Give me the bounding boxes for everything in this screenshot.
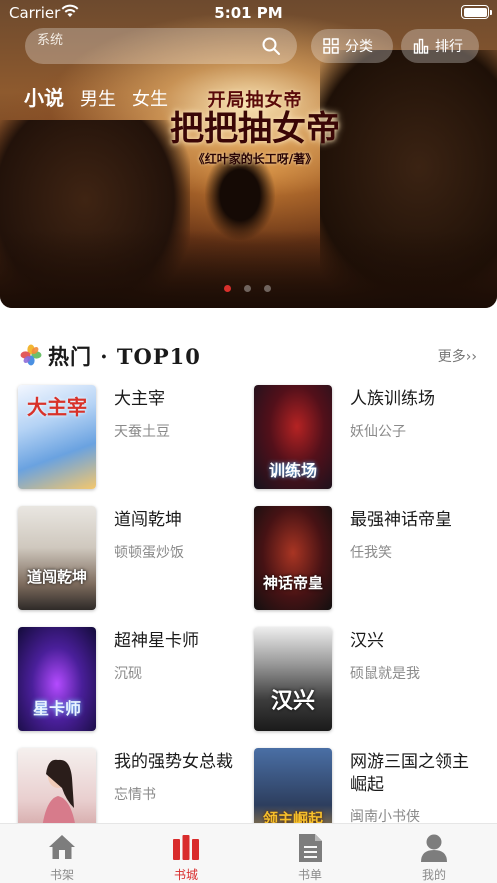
- book-title: 人族训练场: [350, 389, 435, 409]
- book-cover-title: 道闯乾坤: [26, 568, 87, 586]
- banner-title-block: 开局抽女帝 把把抽女帝 《红叶家的长工呀/著》: [160, 86, 350, 167]
- book-card[interactable]: 神话帝皇 最强神话帝皇 任我笑: [254, 506, 484, 612]
- book-author: 硕鼠就是我: [350, 666, 420, 682]
- hot-section-header: 热门 · TOP10 更多››: [0, 338, 497, 374]
- tab-profile[interactable]: 我的: [372, 824, 496, 883]
- bar-chart-icon: [413, 38, 429, 54]
- tab-label: 我的: [421, 868, 446, 882]
- tab-male[interactable]: 男生: [80, 85, 116, 111]
- book-cover-title: 汉兴: [270, 688, 315, 714]
- book-author: 顿顿蛋炒饭: [114, 545, 184, 561]
- book-title: 网游三国之领主崛起: [350, 752, 469, 795]
- book-card[interactable]: 大主宰 大主宰 天蚕土豆: [18, 385, 248, 491]
- book-author: 天蚕土豆: [114, 424, 170, 440]
- hero-banner[interactable]: Carrier 5:01 PM 系统 分类 排行 小说 男生 女生 开局抽女帝 …: [0, 0, 497, 308]
- books-icon: [173, 835, 199, 860]
- book-author: 妖仙公子: [350, 424, 406, 440]
- book-cover-title: 训练场: [268, 461, 317, 480]
- bottom-tab-bar: 书架 书城 书单 我的: [0, 823, 497, 883]
- banner-title: 把把抽女帝: [170, 109, 340, 149]
- chevron-right-icon: ››: [465, 349, 477, 365]
- house-icon: [49, 835, 75, 859]
- book-title: 大主宰: [114, 389, 165, 409]
- book-cover: 道闯乾坤: [18, 506, 96, 610]
- tab-label: 书架: [49, 868, 74, 882]
- grid-icon: [323, 38, 339, 54]
- status-bar: Carrier 5:01 PM: [0, 0, 497, 26]
- category-label: 分类: [345, 39, 373, 55]
- book-cover: 大主宰: [18, 385, 96, 489]
- book-cover: 训练场: [254, 385, 332, 489]
- search-icon: [262, 37, 280, 55]
- document-icon: [299, 834, 322, 862]
- tab-booklist[interactable]: 书单: [248, 824, 372, 883]
- ranking-label: 排行: [435, 39, 463, 55]
- search-placeholder: 系统: [37, 33, 64, 48]
- book-cover: 汉兴: [254, 627, 332, 731]
- category-button[interactable]: 分类: [311, 29, 393, 63]
- book-author: 沉砚: [114, 666, 142, 682]
- app-root: Carrier 5:01 PM 系统 分类 排行 小说 男生 女生 开局抽女帝 …: [0, 0, 497, 883]
- page-dot[interactable]: [224, 285, 231, 292]
- flower-icon: [20, 344, 42, 366]
- book-cover-title: 星卡师: [32, 699, 81, 718]
- book-cover-title: 神话帝皇: [262, 574, 323, 592]
- book-title: 超神星卡师: [114, 631, 199, 651]
- banner-page-indicator: [224, 285, 284, 292]
- person-icon: [421, 834, 447, 862]
- tab-novel[interactable]: 小说: [24, 82, 64, 111]
- book-cover: 神话帝皇: [254, 506, 332, 610]
- book-card[interactable]: 汉兴 汉兴 硕鼠就是我: [254, 627, 484, 733]
- banner-art-ground: [0, 230, 497, 308]
- book-cover: 星卡师: [18, 627, 96, 731]
- clock: 5:01 PM: [214, 4, 283, 22]
- book-title: 我的强势女总裁: [114, 752, 233, 772]
- book-author: 忘情书: [114, 787, 156, 803]
- more-link[interactable]: 更多››: [438, 346, 477, 366]
- tab-bookstore[interactable]: 书城: [124, 824, 248, 883]
- ranking-button[interactable]: 排行: [401, 29, 479, 63]
- section-title: 热门 · TOP10: [48, 344, 201, 369]
- tab-label: 书城: [173, 868, 198, 882]
- book-title: 最强神话帝皇: [350, 510, 452, 530]
- battery-icon: [461, 5, 492, 19]
- banner-author: 《红叶家的长工呀/著》: [192, 152, 318, 166]
- book-card[interactable]: 训练场 人族训练场 妖仙公子: [254, 385, 484, 491]
- page-dot[interactable]: [264, 285, 271, 292]
- tab-label: 书单: [297, 868, 322, 882]
- page-dot[interactable]: [244, 285, 251, 292]
- book-cover-title: 大主宰: [27, 395, 87, 419]
- more-label: 更多: [437, 349, 466, 365]
- tab-bookshelf[interactable]: 书架: [0, 824, 124, 883]
- book-title: 道闯乾坤: [114, 510, 182, 530]
- book-author: 任我笑: [350, 545, 392, 561]
- book-card[interactable]: 道闯乾坤 道闯乾坤 顿顿蛋炒饭: [18, 506, 248, 612]
- search-bar[interactable]: 系统: [25, 28, 297, 64]
- book-card[interactable]: 星卡师 超神星卡师 沉砚: [18, 627, 248, 733]
- book-title: 汉兴: [350, 631, 384, 651]
